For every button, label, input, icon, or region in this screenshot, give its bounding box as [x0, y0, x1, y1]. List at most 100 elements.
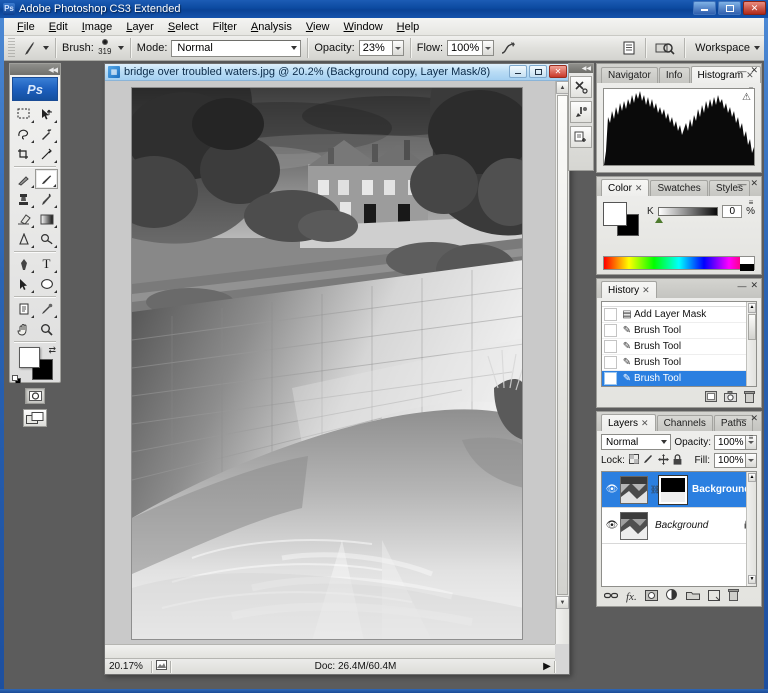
tab-history[interactable]: History ✕: [601, 281, 657, 298]
lock-image-pixels-icon[interactable]: [643, 454, 654, 467]
delete-layer-icon[interactable]: [727, 589, 739, 604]
clone-source-icon[interactable]: [570, 126, 592, 148]
history-brush-tool[interactable]: [35, 189, 58, 209]
close-icon[interactable]: ✕: [750, 413, 758, 424]
workspace-button[interactable]: Workspace: [691, 40, 764, 56]
brush-tool[interactable]: [35, 169, 58, 189]
layer-visibility-icon[interactable]: 👁: [604, 484, 620, 495]
k-channel-value[interactable]: 0: [722, 205, 743, 218]
clone-stamp-tool[interactable]: [12, 189, 35, 209]
vertical-scroll-thumb[interactable]: [557, 95, 568, 595]
close-icon[interactable]: ✕: [635, 183, 643, 194]
opacity-stepper[interactable]: [392, 40, 404, 56]
tab-info[interactable]: Info: [658, 67, 690, 83]
close-icon[interactable]: ✕: [750, 178, 758, 189]
document-minimize-button[interactable]: [509, 65, 527, 78]
document-vertical-scrollbar[interactable]: ▲ ▼: [555, 81, 569, 644]
menu-image[interactable]: Image: [75, 19, 120, 35]
canvas-area[interactable]: OceanofEXE: [105, 81, 555, 644]
history-state-list[interactable]: ▤ Add Layer Mask ✎ Brush Tool ✎ Brush To…: [601, 301, 757, 387]
close-icon[interactable]: ✕: [750, 280, 758, 291]
eyedropper-tool[interactable]: [35, 299, 58, 319]
minimize-button[interactable]: [693, 1, 716, 15]
change-screen-mode-icon[interactable]: [23, 409, 47, 427]
path-selection-tool[interactable]: [12, 274, 35, 294]
menu-layer[interactable]: Layer: [119, 19, 161, 35]
layer-thumbnail[interactable]: [620, 511, 648, 540]
lasso-tool[interactable]: [12, 124, 35, 144]
flow-input[interactable]: 100%: [447, 40, 484, 56]
brushes-panel-icon[interactable]: [570, 101, 592, 123]
brush-tool-icon[interactable]: [17, 36, 40, 59]
layer-mask-link-icon[interactable]: ⛓: [650, 485, 660, 494]
document-close-button[interactable]: ✕: [549, 65, 567, 78]
history-state-item[interactable]: ✎ Brush Tool: [602, 339, 756, 355]
brush-preset-picker-arrow[interactable]: [43, 46, 49, 50]
move-tool[interactable]: [35, 104, 58, 124]
new-layer-icon[interactable]: [707, 589, 720, 604]
menu-file[interactable]: FFileile: [10, 19, 42, 35]
scroll-down-arrow[interactable]: ▼: [556, 596, 569, 609]
create-new-snapshot-icon[interactable]: [724, 391, 737, 405]
close-icon[interactable]: ✕: [642, 285, 650, 296]
menu-analysis[interactable]: Analysis: [244, 19, 299, 35]
minimize-icon[interactable]: —: [737, 66, 746, 76]
history-state-item[interactable]: ✎ Brush Tool: [602, 323, 756, 339]
minimize-icon[interactable]: —: [737, 179, 746, 189]
blend-mode-select[interactable]: Normal: [171, 39, 302, 57]
zoom-level[interactable]: 20.17%: [105, 661, 151, 672]
menu-view[interactable]: View: [299, 19, 337, 35]
layer-thumbnail[interactable]: [620, 475, 648, 504]
icon-dock-gripper[interactable]: ◀◀: [569, 64, 593, 73]
layer-fill-stepper[interactable]: [746, 453, 757, 468]
zoom-tool[interactable]: [35, 319, 58, 339]
layer-name[interactable]: Background: [655, 520, 740, 531]
options-bar-gripper[interactable]: [8, 37, 15, 59]
delete-state-icon[interactable]: [744, 390, 755, 406]
document-titlebar[interactable]: ▦ bridge over troubled waters.jpg @ 20.2…: [105, 64, 569, 81]
tool-presets-icon[interactable]: [570, 76, 592, 98]
minimize-icon[interactable]: —: [737, 281, 746, 291]
link-layers-icon[interactable]: [603, 591, 619, 603]
tab-layers[interactable]: Layers ✕: [601, 414, 656, 431]
pen-tool[interactable]: [12, 254, 35, 274]
close-button[interactable]: ✕: [743, 1, 766, 15]
type-tool[interactable]: T: [35, 254, 58, 274]
tab-swatches[interactable]: Swatches: [650, 180, 708, 196]
color-spectrum-ramp[interactable]: [603, 256, 755, 271]
image-canvas[interactable]: [131, 87, 523, 640]
history-snapshot-slot[interactable]: [604, 356, 617, 369]
notes-tool[interactable]: [12, 299, 35, 319]
menu-filter[interactable]: Filter: [205, 19, 243, 35]
opacity-input[interactable]: 23%: [358, 40, 393, 56]
gradient-tool[interactable]: [35, 209, 58, 229]
add-layer-mask-icon[interactable]: [644, 589, 658, 604]
ellipse-shape-tool[interactable]: [35, 274, 58, 294]
history-snapshot-slot[interactable]: [604, 340, 617, 353]
k-channel-slider[interactable]: [654, 207, 719, 223]
status-menu-arrow[interactable]: ▶: [540, 661, 554, 672]
marquee-tool[interactable]: [12, 104, 35, 124]
history-state-item[interactable]: ✎ Brush Tool: [602, 355, 756, 371]
new-adjustment-layer-icon[interactable]: [665, 589, 678, 604]
table-row[interactable]: 👁 Background: [602, 508, 756, 544]
airbrush-icon[interactable]: [499, 38, 519, 58]
foreground-color-swatch[interactable]: [603, 202, 627, 226]
history-snapshot-slot[interactable]: [604, 372, 617, 385]
status-thumbnail-icon[interactable]: [152, 660, 170, 673]
history-snapshot-slot[interactable]: [604, 324, 617, 337]
dodge-tool[interactable]: [35, 229, 58, 249]
black-white-swatch[interactable]: [740, 257, 754, 271]
layer-fill-input[interactable]: 100%: [714, 453, 746, 468]
hand-tool[interactable]: [12, 319, 35, 339]
history-snapshot-slot[interactable]: [604, 308, 617, 321]
history-state-item-selected[interactable]: ✎ Brush Tool: [602, 371, 756, 386]
lock-all-icon[interactable]: [673, 453, 682, 468]
minimize-icon[interactable]: —: [737, 414, 746, 424]
foreground-color-swatch[interactable]: [19, 347, 40, 368]
cached-data-warning-icon[interactable]: ⚠: [742, 92, 751, 103]
eraser-tool[interactable]: [12, 209, 35, 229]
layer-opacity-input[interactable]: 100%: [714, 434, 746, 450]
healing-brush-tool[interactable]: [12, 169, 35, 189]
document-horizontal-scrollbar[interactable]: [105, 644, 555, 658]
